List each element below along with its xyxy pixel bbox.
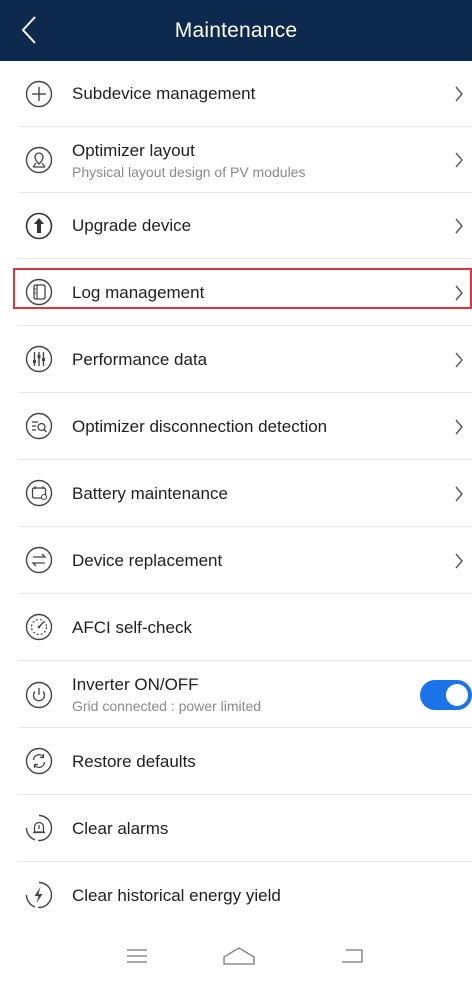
item-sublabel: Physical layout design of PV modules (72, 164, 306, 180)
chevron-right-icon (452, 351, 466, 369)
item-log-management[interactable]: Log management (0, 259, 472, 326)
plus-circle-icon (24, 79, 54, 109)
item-label: Performance data (72, 350, 208, 369)
item-label: Log management (72, 283, 205, 302)
item-label: Battery maintenance (72, 484, 228, 503)
back-button[interactable] (14, 12, 44, 48)
gauge-check-icon (24, 612, 54, 642)
lightning-icon (24, 880, 54, 910)
log-document-icon (24, 277, 54, 307)
chevron-right-icon (452, 418, 466, 436)
home-icon (223, 947, 255, 965)
item-device-replacement[interactable]: Device replacement (0, 527, 472, 594)
item-label: Optimizer layout (72, 141, 195, 160)
inverter-toggle[interactable] (420, 680, 472, 710)
alarm-bell-icon (24, 813, 54, 843)
item-label: Device replacement (72, 551, 223, 570)
system-nav-bar (0, 930, 472, 981)
item-battery-maintenance[interactable]: Battery maintenance (0, 460, 472, 527)
item-clear-alarms[interactable]: Clear alarms (0, 795, 472, 862)
item-label: Restore defaults (72, 752, 196, 771)
item-label: AFCI self-check (72, 618, 192, 637)
item-subdevice-management[interactable]: Subdevice management (0, 61, 472, 127)
sliders-icon (24, 344, 54, 374)
back-icon (342, 949, 363, 963)
restore-icon (24, 746, 54, 776)
page-title: Maintenance (174, 19, 298, 42)
chevron-right-icon (452, 85, 466, 103)
menu-button[interactable] (117, 942, 157, 970)
toggle-knob (446, 684, 468, 706)
item-inverter-on-off: Inverter ON/OFF Grid connected : power l… (0, 661, 472, 728)
item-upgrade-device[interactable]: Upgrade device (0, 193, 472, 259)
back-nav-button[interactable] (334, 942, 374, 970)
battery-calendar-icon (24, 478, 54, 508)
item-performance-data[interactable]: Performance data (0, 326, 472, 393)
home-button[interactable] (219, 942, 259, 970)
chevron-right-icon (452, 217, 466, 235)
swap-arrows-icon (24, 545, 54, 575)
chevron-right-icon (452, 151, 466, 169)
item-label: Clear alarms (72, 819, 169, 838)
menu-icon (127, 949, 147, 963)
item-label: Upgrade device (72, 216, 192, 235)
chevron-left-icon (21, 16, 36, 44)
item-label: Optimizer disconnection detection (72, 417, 328, 436)
chevron-right-icon (452, 485, 466, 503)
power-icon (24, 680, 54, 710)
item-clear-historical-energy-yield[interactable]: Clear historical energy yield (0, 862, 472, 929)
list-search-icon (24, 411, 54, 441)
upload-arrow-circle-icon (24, 211, 54, 241)
item-label: Clear historical energy yield (72, 886, 281, 905)
item-restore-defaults[interactable]: Restore defaults (0, 728, 472, 795)
app-header: Maintenance (0, 0, 472, 61)
chevron-right-icon (452, 284, 466, 302)
item-sublabel: Grid connected : power limited (72, 698, 262, 714)
item-label: Inverter ON/OFF (72, 675, 199, 694)
map-pin-circle-icon (24, 145, 54, 175)
item-label: Subdevice management (72, 84, 256, 103)
item-afci-self-check[interactable]: AFCI self-check (0, 594, 472, 661)
chevron-right-icon (452, 552, 466, 570)
item-optimizer-disconnection-detection[interactable]: Optimizer disconnection detection (0, 393, 472, 460)
item-optimizer-layout[interactable]: Optimizer layout Physical layout design … (0, 127, 472, 193)
